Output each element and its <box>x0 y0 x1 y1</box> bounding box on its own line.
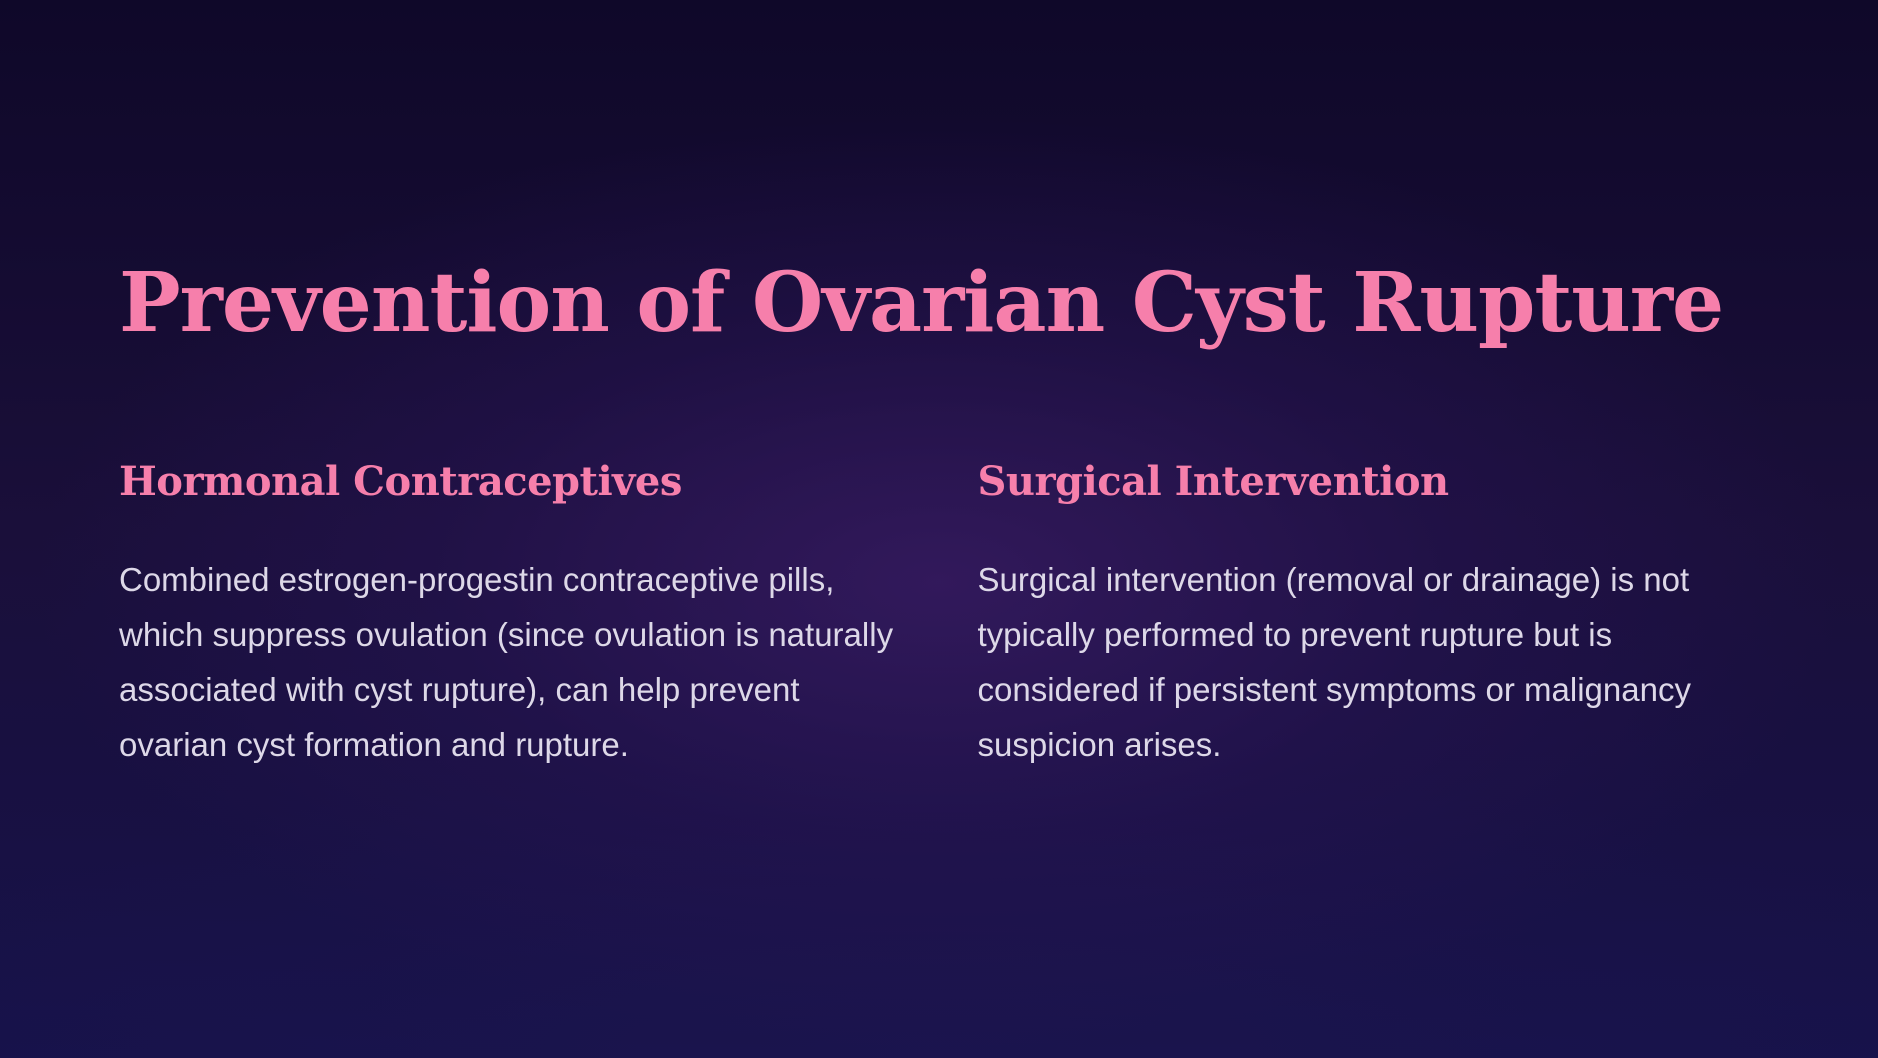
slide: Prevention of Ovarian Cyst Rupture Hormo… <box>0 0 1878 1058</box>
column-body-text: Combined estrogen-progestin contraceptiv… <box>119 561 894 763</box>
column-surgical-intervention: Surgical Intervention Surgical intervent… <box>978 456 1770 772</box>
slide-title: Prevention of Ovarian Cyst Rupture <box>119 255 1724 351</box>
content-columns: Hormonal Contraceptives Combined estroge… <box>119 456 1769 772</box>
column-heading: Hormonal Contraceptives <box>119 458 682 505</box>
column-body-text: Surgical intervention (removal or draina… <box>977 561 1691 763</box>
column-heading: Surgical Intervention <box>977 458 1450 505</box>
column-hormonal-contraceptives: Hormonal Contraceptives Combined estroge… <box>119 456 911 772</box>
